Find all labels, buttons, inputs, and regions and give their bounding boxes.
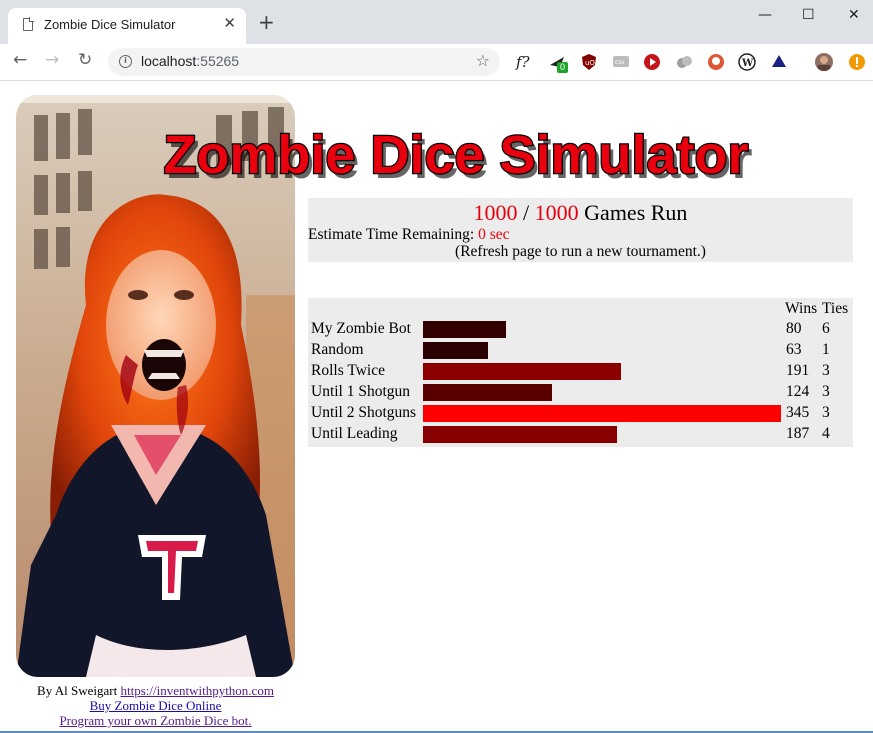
page-icon [23,17,34,31]
results-table: Wins Ties My Zombie Bot 80 6 Random 63 1 Rolls… [308,298,853,447]
extension-badge: 0 [557,62,569,73]
author-link[interactable]: https://inventwithpython.com [120,683,273,698]
ties-value: 6 [822,320,830,337]
new-tab-icon[interactable]: + [258,12,275,32]
profile-avatar[interactable] [815,53,833,71]
svg-text:uO: uO [585,59,595,67]
table-row: Rolls Twice 191 3 [308,361,853,382]
strategy-name: Until 2 Shotguns [311,404,417,421]
ublock-icon[interactable]: uO [580,53,598,71]
extension-plane-icon[interactable]: 0 [548,53,569,73]
refresh-note: (Refresh page to run a new tournament.) [455,243,706,260]
wins-value: 124 [786,383,810,400]
strategy-name: Rolls Twice [311,362,385,379]
tab-close-icon[interactable]: ✕ [223,14,236,32]
wins-header: Wins [785,300,818,317]
estimate-label: Estimate Time Remaining: [308,226,479,243]
wins-bar [423,426,617,443]
credits: By Al Sweigart https://inventwithpython.… [0,683,311,728]
svg-text:css: css [615,59,625,66]
strategy-name: My Zombie Bot [311,320,411,337]
extension-f-icon[interactable]: f? [516,53,530,71]
ties-value: 4 [822,425,830,442]
bookmark-star-icon[interactable]: ☆ [476,51,490,70]
games-total: 1000 [534,200,579,225]
games-done: 1000 [473,200,518,225]
strategy-name: Until Leading [311,425,398,442]
buy-link[interactable]: Buy Zombie Dice Online [90,698,222,713]
triangle-extension-icon[interactable] [770,53,788,71]
ties-value: 1 [822,341,830,358]
program-bot-link[interactable]: Program your own Zombie Dice bot. [59,713,251,728]
cloud-extension-icon[interactable] [675,53,693,71]
site-info-icon[interactable]: i [119,55,132,68]
duckduckgo-icon[interactable] [707,53,725,71]
browser-titlebar: Zombie Dice Simulator ✕ + — ☐ ✕ [0,0,873,44]
update-alert-icon[interactable] [848,53,866,71]
ties-header: Ties [822,300,849,317]
estimate-line: Estimate Time Remaining: 0 sec [308,226,510,244]
table-row: Until 1 Shotgun 124 3 [308,382,853,403]
logo-title: Zombie Dice Simulator Zombie Dice Simula… [162,124,752,190]
address-bar[interactable]: i localhost:55265 ☆ [108,48,500,76]
wins-value: 80 [786,320,802,337]
table-row: My Zombie Bot 80 6 [308,319,853,340]
wins-bar [423,384,552,401]
url-text: localhost:55265 [141,53,240,69]
wins-value: 345 [786,404,810,421]
wins-bar [423,342,488,359]
status-panel: 1000 / 1000 Games Run Estimate Time Rema… [308,198,853,262]
ties-value: 3 [822,404,830,421]
games-label: Games Run [578,200,688,225]
games-run-line: 1000 / 1000 Games Run [308,200,853,226]
css-extension-icon[interactable]: css [612,53,630,71]
back-icon[interactable]: ← [13,50,27,70]
minimize-icon[interactable]: — [758,7,772,23]
strategy-name: Until 1 Shotgun [311,383,411,400]
wins-value: 191 [786,362,810,379]
browser-tab[interactable]: Zombie Dice Simulator ✕ [8,8,246,44]
svg-text:W: W [741,58,754,69]
wins-bar [423,363,621,380]
play-extension-icon[interactable] [643,53,661,71]
wins-value: 187 [786,425,810,442]
forward-icon[interactable]: → [45,50,59,70]
wins-bar [423,321,506,338]
table-row: Until Leading 187 4 [308,424,853,445]
games-separator: / [517,200,535,225]
window-close-icon[interactable]: ✕ [848,7,860,23]
author-prefix: By Al Sweigart [37,683,121,698]
browser-toolbar: ← → ↻ i localhost:55265 ☆ f? 0 uO css W [0,44,873,81]
table-row: Until 2 Shotguns 345 3 [308,403,853,424]
author-line: By Al Sweigart https://inventwithpython.… [0,683,311,698]
tab-title: Zombie Dice Simulator [44,17,176,32]
ties-value: 3 [822,383,830,400]
table-row: Random 63 1 [308,340,853,361]
ties-value: 3 [822,362,830,379]
reload-icon[interactable]: ↻ [78,50,92,70]
maximize-icon[interactable]: ☐ [802,7,815,23]
strategy-name: Random [311,341,364,358]
wins-bar [423,405,781,422]
wikipedia-icon[interactable]: W [738,53,756,71]
wins-value: 63 [786,341,802,358]
estimate-value: 0 sec [478,226,510,243]
logo-title-text: Zombie Dice Simulator [163,125,748,185]
